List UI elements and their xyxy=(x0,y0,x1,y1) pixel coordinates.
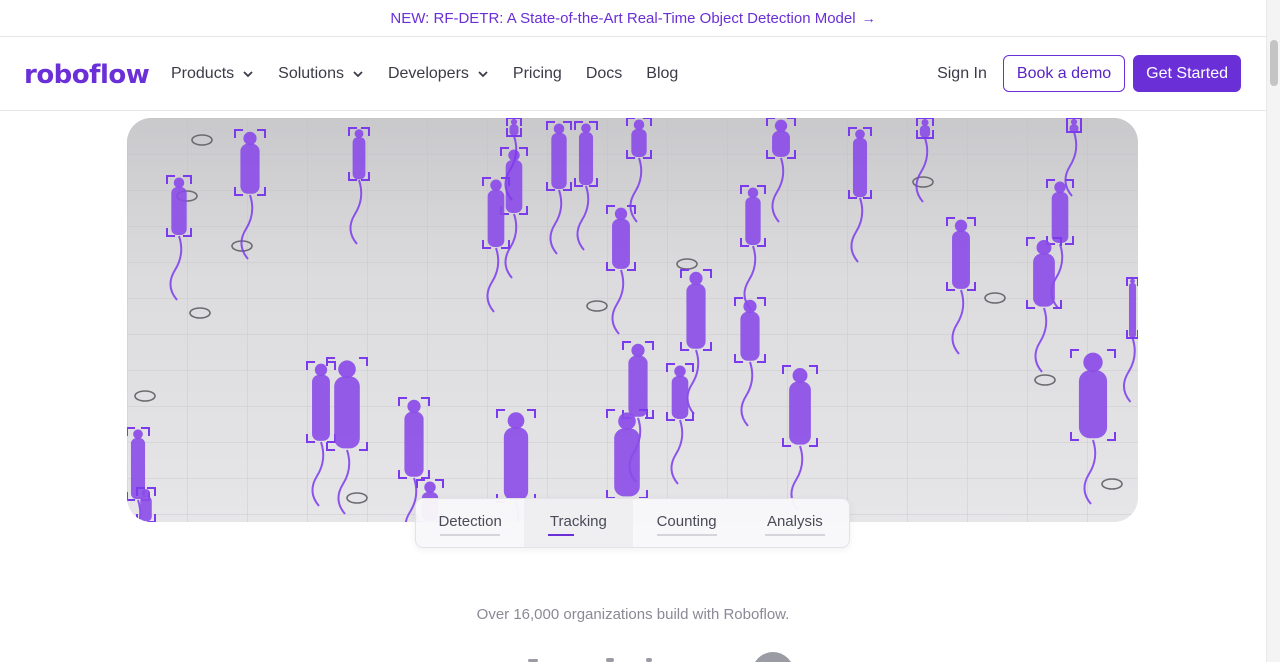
tab-underline xyxy=(656,534,717,536)
tab-label: Analysis xyxy=(766,513,823,530)
tab-counting[interactable]: Counting xyxy=(633,499,741,547)
roboflow-logo[interactable]: roboflow xyxy=(24,60,150,90)
tab-underline xyxy=(440,534,501,536)
nav-label: Blog xyxy=(646,65,679,82)
announcement-bar: NEW: RF-DETR: A State-of-the-Art Real-Ti… xyxy=(0,0,1266,37)
chevron-down-icon xyxy=(353,71,363,78)
nav-item-blog[interactable]: Blog xyxy=(646,65,678,83)
tab-label: Counting xyxy=(656,513,717,530)
social-proof-text: Over 16,000 organizations build with Rob… xyxy=(476,606,790,623)
tab-underline-active xyxy=(548,534,575,536)
customer-logo xyxy=(606,658,614,662)
chevron-down-icon xyxy=(478,71,488,78)
chevron-down-icon xyxy=(243,71,253,78)
nav-label: Pricing xyxy=(512,65,562,82)
nav-item-docs[interactable]: Docs xyxy=(586,65,622,83)
page-scrollbar[interactable] xyxy=(1266,0,1280,662)
demo-mode-tabs: Detection Tracking Counting Analysis xyxy=(415,498,850,548)
main-menu: Products Solutions Developers Pricing Do… xyxy=(171,37,678,111)
nav-actions: Sign In Book a demo Get Started xyxy=(937,55,1241,92)
sign-in-link[interactable]: Sign In xyxy=(937,65,987,83)
tab-label: Tracking xyxy=(549,513,607,530)
announcement-text: NEW: RF-DETR: A State-of-the-Art Real-Ti… xyxy=(390,9,856,27)
tab-analysis[interactable]: Analysis xyxy=(741,499,849,547)
tab-label: Detection xyxy=(438,513,502,530)
scrollbar-thumb[interactable] xyxy=(1270,40,1278,86)
customer-logos-row xyxy=(0,650,1266,662)
nav-item-products[interactable]: Products xyxy=(171,65,254,83)
tracking-demo-video xyxy=(127,118,1138,522)
nav-label: Products xyxy=(171,65,235,82)
book-demo-button[interactable]: Book a demo xyxy=(1002,55,1126,92)
top-navigation: roboflow Products Solutions Developers P… xyxy=(0,37,1266,111)
nav-label: Solutions xyxy=(278,65,344,82)
tab-tracking[interactable]: Tracking xyxy=(524,499,633,547)
nav-item-solutions[interactable]: Solutions xyxy=(278,65,364,83)
tab-underline xyxy=(764,534,825,536)
customer-logo xyxy=(646,658,652,662)
nav-label: Docs xyxy=(585,65,623,82)
get-started-button[interactable]: Get Started xyxy=(1133,55,1241,92)
tracking-demo-scene xyxy=(127,118,1138,522)
tab-detection[interactable]: Detection xyxy=(416,499,524,547)
customer-logo xyxy=(752,652,794,662)
arrow-right-icon: → xyxy=(861,10,876,26)
nav-item-developers[interactable]: Developers xyxy=(388,65,489,83)
nav-item-pricing[interactable]: Pricing xyxy=(513,65,562,83)
announcement-link[interactable]: NEW: RF-DETR: A State-of-the-Art Real-Ti… xyxy=(390,10,875,27)
nav-label: Developers xyxy=(387,65,469,82)
